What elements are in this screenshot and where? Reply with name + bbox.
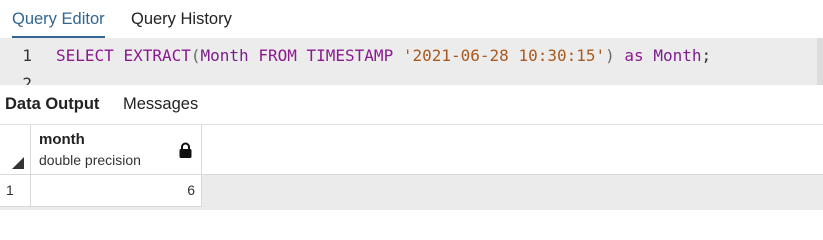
open-paren: ( <box>190 46 201 65</box>
keyword-as: as <box>624 46 644 65</box>
tab-query-history[interactable]: Query History <box>131 0 232 38</box>
tab-messages[interactable]: Messages <box>123 85 198 124</box>
function-extract: EXTRACT <box>123 46 191 65</box>
column-alias: Month <box>653 46 702 65</box>
results-tab-bar: Data Output Messages <box>0 85 823 125</box>
column-name: month <box>39 131 85 148</box>
cell-month[interactable]: 6 <box>31 175 195 206</box>
sql-editor[interactable]: 1 2 SELECT EXTRACT(Month FROM TIMESTAMP … <box>0 38 823 85</box>
field-name: Month <box>200 46 249 65</box>
close-paren: ) <box>605 46 615 65</box>
keyword-from: FROM <box>258 46 297 65</box>
editor-tab-bar: Query Editor Query History <box>0 0 823 38</box>
editor-scrollbar[interactable] <box>817 38 823 85</box>
corner-triangle-icon <box>12 157 24 169</box>
line-number: 2 <box>22 74 32 85</box>
editor-gutter: 1 2 <box>0 38 42 85</box>
row-number[interactable]: 1 <box>0 175 31 206</box>
cell-divider <box>201 175 202 206</box>
timestamp-literal: '2021-06-28 10:30:15' <box>402 46 606 65</box>
column-type: double precision <box>39 152 141 168</box>
lock-icon <box>179 142 192 158</box>
code-line-1[interactable]: SELECT EXTRACT(Month FROM TIMESTAMP '202… <box>56 46 711 65</box>
keyword-select: SELECT <box>56 46 114 65</box>
tab-query-editor[interactable]: Query Editor <box>12 0 105 38</box>
column-header-month[interactable]: month double precision <box>31 125 202 174</box>
select-all-corner[interactable] <box>0 125 31 174</box>
data-output-grid: month double precision 1 6 <box>0 125 823 210</box>
grid-header: month double precision <box>0 125 823 175</box>
line-number: 1 <box>22 46 32 65</box>
keyword-timestamp: TIMESTAMP <box>306 46 394 65</box>
table-row: 1 6 <box>0 175 202 207</box>
semicolon: ; <box>701 46 712 65</box>
tab-data-output[interactable]: Data Output <box>5 85 99 124</box>
